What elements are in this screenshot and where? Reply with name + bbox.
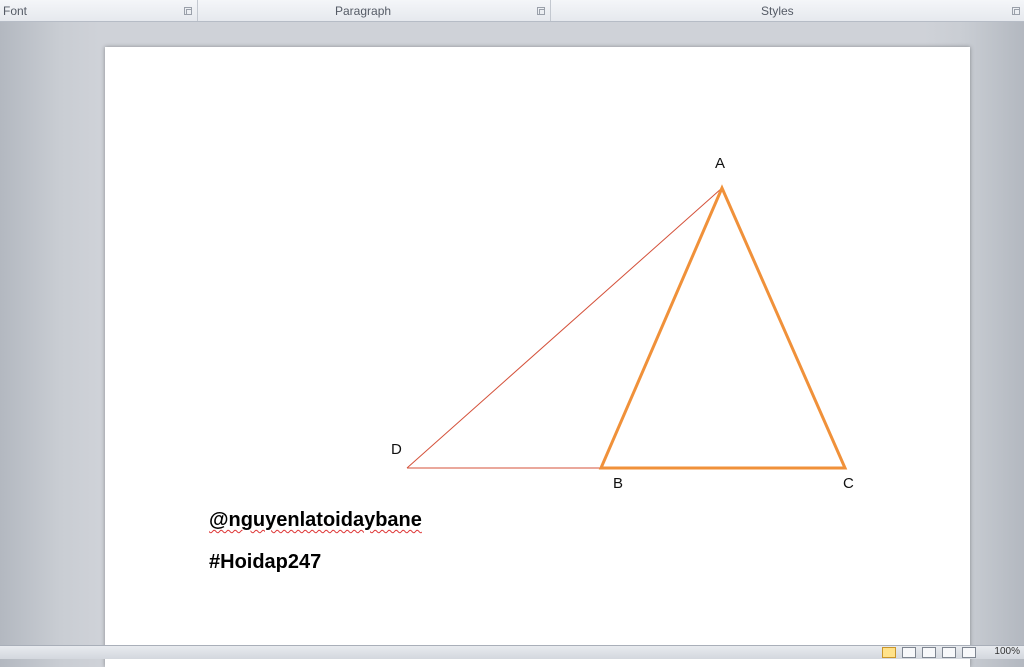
draft-view-icon[interactable] — [962, 647, 976, 658]
styles-dialog-launcher-icon[interactable] — [1012, 7, 1020, 15]
status-bar: 100% — [0, 645, 1024, 659]
zoom-level[interactable]: 100% — [994, 646, 1020, 657]
group-divider — [197, 0, 198, 21]
point-label-b: B — [613, 475, 623, 492]
font-group-label: Font — [3, 4, 28, 18]
outline-view-icon[interactable] — [942, 647, 956, 658]
font-dialog-launcher-icon[interactable] — [184, 7, 192, 15]
paragraph-group-label: Paragraph — [335, 4, 392, 18]
hashtag-text: #Hoidap247 — [209, 551, 322, 573]
point-label-a: A — [715, 155, 725, 172]
web-layout-view-icon[interactable] — [922, 647, 936, 658]
document-page[interactable]: A B C D @nguyenlatoidaybane #Hoidap247 — [105, 47, 970, 667]
full-screen-reading-view-icon[interactable] — [902, 647, 916, 658]
group-divider — [550, 0, 551, 21]
author-handle-text: @nguyenlatoidaybane — [209, 509, 422, 531]
segment-ad — [406, 187, 723, 469]
print-layout-view-icon[interactable] — [882, 647, 896, 658]
triangle-figure: A B C D — [391, 155, 854, 492]
point-label-c: C — [843, 475, 854, 492]
paragraph-dialog-launcher-icon[interactable] — [537, 7, 545, 15]
point-label-d: D — [391, 441, 402, 458]
ribbon-group-labels: Font Paragraph Styles — [0, 0, 1024, 22]
triangle-abc — [598, 184, 848, 470]
styles-group-label: Styles — [761, 4, 794, 18]
